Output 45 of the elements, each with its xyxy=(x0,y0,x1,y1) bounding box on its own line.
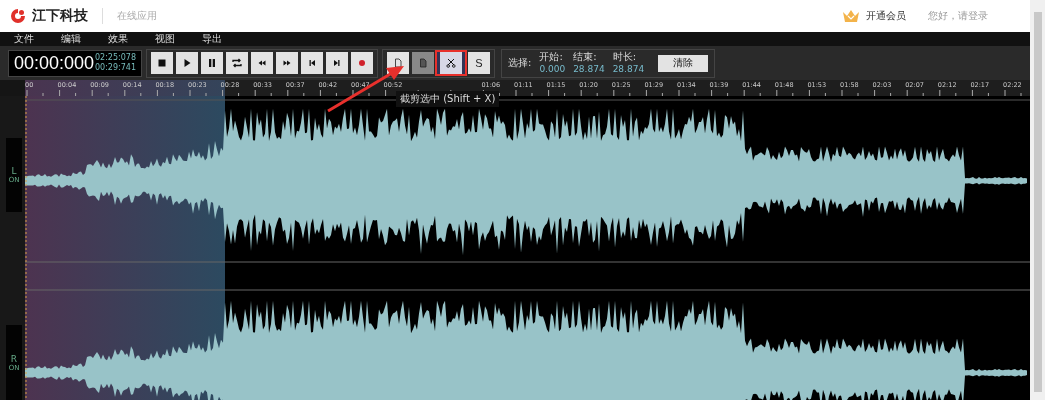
edit-button[interactable]: S xyxy=(468,52,490,74)
transport-button[interactable] xyxy=(251,52,273,74)
brand-name: 江下科技 xyxy=(32,7,88,25)
end-icon xyxy=(332,58,342,68)
rewind-icon xyxy=(257,58,267,68)
stop-icon xyxy=(157,58,167,68)
menu-item[interactable]: 编辑 xyxy=(61,32,108,46)
end-label: 结束: xyxy=(573,51,598,63)
duration-label: 时长: xyxy=(612,51,637,63)
play-icon xyxy=(182,58,192,68)
start-label: 开始: xyxy=(539,51,564,63)
end-value: 28.874 xyxy=(573,63,605,75)
menu-item[interactable]: 文件 xyxy=(14,32,61,46)
transport-button[interactable] xyxy=(151,52,173,74)
transport-button[interactable] xyxy=(326,52,348,74)
app-label: 在线应用 xyxy=(117,9,157,23)
scissors-icon xyxy=(446,58,456,68)
record-icon xyxy=(357,58,367,68)
current-time: 00:00:000 xyxy=(14,52,95,74)
transport-button[interactable] xyxy=(176,52,198,74)
transport-button[interactable] xyxy=(301,52,323,74)
start-value: 0.000 xyxy=(539,63,566,75)
pause-icon xyxy=(207,58,217,68)
transport-button[interactable] xyxy=(201,52,223,74)
menu-item[interactable]: 导出 xyxy=(202,32,249,46)
total-time: 02:25:078 xyxy=(94,53,136,63)
tooltip: 截剪选中 (Shift + X) xyxy=(396,91,500,107)
transport-button[interactable] xyxy=(276,52,298,74)
selection-time: 00:29:741 xyxy=(94,63,136,73)
forward-icon xyxy=(282,58,292,68)
duration-value: 28.874 xyxy=(612,63,645,75)
loop-icon xyxy=(232,58,242,68)
scrollbar[interactable] xyxy=(1030,0,1045,400)
menu-item[interactable]: 效果 xyxy=(108,32,155,46)
vip-link[interactable]: 开通会员 xyxy=(866,9,906,23)
document-icon xyxy=(393,58,403,68)
logo-icon xyxy=(10,8,26,24)
clear-button[interactable]: 清除 xyxy=(658,54,709,72)
menu-item[interactable]: 视图 xyxy=(155,32,202,46)
selection-label: 选择: xyxy=(508,56,532,70)
transport-button[interactable] xyxy=(226,52,248,74)
crown-icon xyxy=(842,9,860,23)
start-icon xyxy=(307,58,317,68)
edit-button[interactable] xyxy=(437,52,465,74)
document-icon xyxy=(418,58,428,68)
